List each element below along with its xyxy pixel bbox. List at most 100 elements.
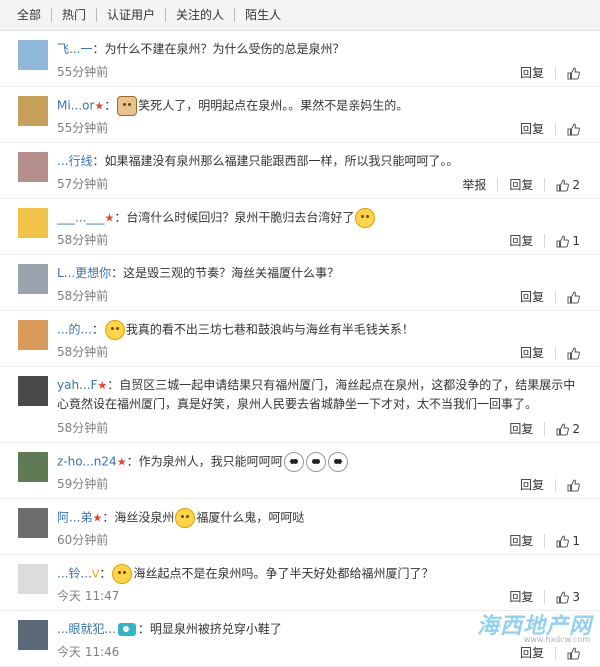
comment-list: 飞...一：为什么不建在泉州？为什么受伤的总是泉州？55分钟前回复Mi...or… xyxy=(0,31,600,667)
comment-item: yah...F★：自贸区三城一起申请结果只有福州厦门，海丝起点在泉州，这都没争的… xyxy=(0,367,600,443)
thumbs-up-icon xyxy=(567,347,580,360)
avatar[interactable] xyxy=(18,320,48,350)
like-button[interactable] xyxy=(555,123,580,136)
like-count: 1 xyxy=(572,234,580,248)
comment-body: 福厦什么鬼，呵呵哒 xyxy=(196,511,304,525)
member-star-icon[interactable]: ★ xyxy=(104,212,114,225)
reply-button[interactable]: 回复 xyxy=(498,422,544,436)
tab-strangers[interactable]: 陌生人 xyxy=(234,8,291,22)
avatar[interactable] xyxy=(18,264,48,294)
comment-actions: 回复 xyxy=(509,646,580,660)
smiley-emoji-icon xyxy=(112,564,132,584)
reply-button[interactable]: 回复 xyxy=(509,346,555,360)
reply-button[interactable]: 回复 xyxy=(498,234,544,248)
member-star-icon[interactable]: ★ xyxy=(92,512,102,525)
avatar[interactable] xyxy=(18,96,48,126)
reply-button[interactable]: 回复 xyxy=(509,290,555,304)
reply-button[interactable]: 回复 xyxy=(509,478,555,492)
avatar[interactable] xyxy=(18,376,48,406)
username-link[interactable]: ...眼就犯... xyxy=(57,622,116,636)
reply-button[interactable]: 回复 xyxy=(498,534,544,548)
camera-badge-icon[interactable] xyxy=(118,623,136,636)
reply-button[interactable]: 回复 xyxy=(509,122,555,136)
avatar[interactable] xyxy=(18,452,48,482)
thumbs-up-icon xyxy=(567,123,580,136)
watermark-url: www.hxdcw.com xyxy=(524,635,590,644)
username-link[interactable]: ...行线 xyxy=(57,154,92,168)
username-link[interactable]: ...的... xyxy=(57,323,92,337)
comment-item: Mi...or★：笑死人了，明明起点在泉州。。果然不是亲妈生的。 55分钟前 回复 xyxy=(0,87,600,143)
like-button[interactable]: 3 xyxy=(544,590,580,604)
comment-body: ：这是毁三观的节奏？海丝关福厦什么事？ xyxy=(111,266,339,280)
comment-text: ...铃...V：海丝起点不是在泉州吗。争了半天好处都给福州厦门了？ xyxy=(57,564,580,584)
reply-button[interactable]: 回复 xyxy=(509,646,555,660)
like-button[interactable] xyxy=(555,347,580,360)
comment-body: ：为什么不建在泉州？为什么受伤的总是泉州？ xyxy=(92,42,344,56)
member-star-icon[interactable]: ★ xyxy=(94,100,104,113)
timestamp: 55分钟前 xyxy=(57,119,108,136)
reply-button[interactable]: 回复 xyxy=(509,66,555,80)
like-button[interactable]: 2 xyxy=(544,178,580,192)
member-star-icon[interactable]: ★ xyxy=(97,379,107,392)
avatar[interactable] xyxy=(18,620,48,650)
username-link[interactable]: ___...___ xyxy=(57,211,104,225)
panda-emoji-icon xyxy=(306,452,326,472)
timestamp: 58分钟前 xyxy=(57,287,108,304)
like-button[interactable] xyxy=(555,479,580,492)
username-link[interactable]: L...更想你 xyxy=(57,266,111,280)
timestamp: 57分钟前 xyxy=(57,175,108,192)
thumbs-up-icon xyxy=(567,647,580,660)
smiley-emoji-icon xyxy=(175,508,195,528)
comment-body: ：台湾什么时候回归？泉州干脆归去台湾好了 xyxy=(114,211,354,225)
avatar[interactable] xyxy=(18,40,48,70)
timestamp: 58分钟前 xyxy=(57,231,108,248)
comment-text: ...的...：我真的看不出三坊七巷和鼓浪屿与海丝有半毛钱关系！ xyxy=(57,320,580,340)
comment-text: yah...F★：自贸区三城一起申请结果只有福州厦门，海丝起点在泉州，这都没争的… xyxy=(57,376,580,413)
comment-body: 我真的看不出三坊七巷和鼓浪屿与海丝有半毛钱关系！ xyxy=(126,323,414,337)
username-link[interactable]: yah...F xyxy=(57,378,97,392)
tab-following[interactable]: 关注的人 xyxy=(165,8,234,22)
username-link[interactable]: z-ho...n24 xyxy=(57,455,117,469)
reply-button[interactable]: 回复 xyxy=(497,178,544,192)
comment-body-pre: ：海丝没泉州 xyxy=(102,511,174,525)
tab-all[interactable]: 全部 xyxy=(17,8,51,22)
tab-verified[interactable]: 认证用户 xyxy=(96,8,165,22)
username-link[interactable]: Mi...or xyxy=(57,99,94,113)
comment-text: L...更想你：这是毁三观的节奏？海丝关福厦什么事？ xyxy=(57,264,580,282)
filter-tabs: 全部 热门 认证用户 关注的人 陌生人 xyxy=(0,0,600,31)
member-star-icon[interactable]: ★ xyxy=(117,456,127,469)
timestamp: 55分钟前 xyxy=(57,63,108,80)
comment-actions: 回复 xyxy=(509,66,580,80)
like-button[interactable] xyxy=(555,647,580,660)
like-button[interactable] xyxy=(555,291,580,304)
thumbs-up-icon xyxy=(567,67,580,80)
like-button[interactable]: 1 xyxy=(544,534,580,548)
panda-emoji-icon xyxy=(328,452,348,472)
smiley-emoji-icon xyxy=(105,320,125,340)
comment-text: z-ho...n24★：作为泉州人，我只能呵呵呵 xyxy=(57,452,580,472)
avatar[interactable] xyxy=(18,564,48,594)
avatar[interactable] xyxy=(18,152,48,182)
thumbs-up-icon xyxy=(567,291,580,304)
avatar[interactable] xyxy=(18,208,48,238)
avatar[interactable] xyxy=(18,508,48,538)
like-count: 2 xyxy=(572,422,580,436)
like-button[interactable]: 1 xyxy=(544,234,580,248)
thumbs-up-icon xyxy=(556,235,569,248)
tab-hot[interactable]: 热门 xyxy=(51,8,96,22)
comment-text: ...行线：如果福建没有泉州那么福建只能跟西部一样，所以我只能呵呵了。。 xyxy=(57,152,580,170)
like-button[interactable]: 2 xyxy=(544,422,580,436)
username-link[interactable]: 阿...弟 xyxy=(57,511,92,525)
report-button[interactable]: 举报 xyxy=(451,178,497,192)
username-link[interactable]: 飞...一 xyxy=(57,42,92,56)
timestamp: 58分钟前 xyxy=(57,343,108,360)
reply-button[interactable]: 回复 xyxy=(498,590,544,604)
comment-text: Mi...or★：笑死人了，明明起点在泉州。。果然不是亲妈生的。 xyxy=(57,96,580,116)
comment-item: 阿...弟★：海丝没泉州福厦什么鬼，呵呵哒60分钟前回复1 xyxy=(0,499,600,555)
timestamp: 58分钟前 xyxy=(57,419,108,436)
comment-item: z-ho...n24★：作为泉州人，我只能呵呵呵59分钟前回复 xyxy=(0,443,600,499)
like-button[interactable] xyxy=(555,67,580,80)
thumbs-up-icon xyxy=(556,179,569,192)
username-link[interactable]: ...铃... xyxy=(57,567,92,581)
timestamp: 今天 11:46 xyxy=(57,643,119,660)
